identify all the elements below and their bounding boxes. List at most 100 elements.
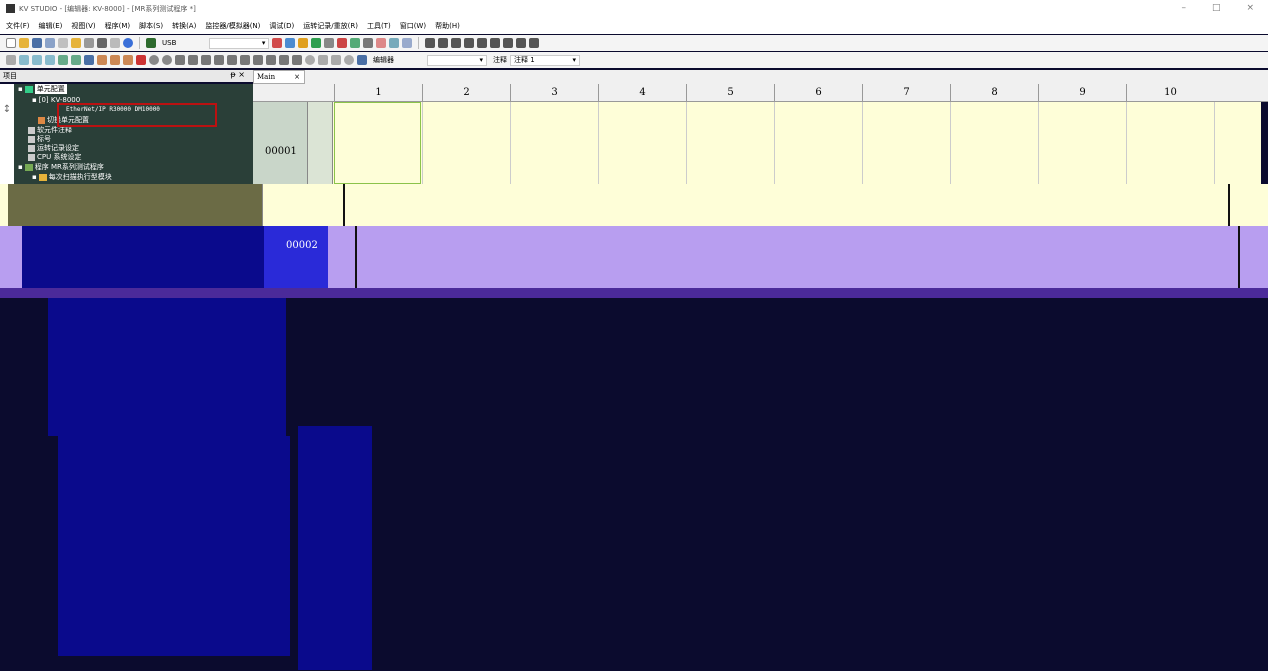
panel-pin-icon[interactable]: ᵽ ×: [230, 70, 245, 79]
unit-editor-icon[interactable]: [363, 38, 374, 48]
tree-item-unit-config[interactable]: ▪ 单元配置: [18, 84, 67, 94]
cross-reference-icon[interactable]: [337, 38, 348, 48]
step-back-icon[interactable]: [227, 55, 237, 65]
play-icon[interactable]: [175, 55, 185, 65]
device-list-icon[interactable]: [350, 38, 361, 48]
tree-item-cpu-settings[interactable]: CPU 系统设定: [28, 152, 81, 162]
mark-icon[interactable]: [331, 55, 341, 65]
cursor-cell[interactable]: [334, 102, 421, 184]
next-icon[interactable]: [253, 55, 263, 65]
convert-icon[interactable]: [97, 55, 107, 65]
copy-icon[interactable]: [58, 38, 68, 48]
clock-icon[interactable]: [305, 55, 315, 65]
column-header-4: 4: [598, 84, 686, 102]
menu-edit[interactable]: 编辑(E): [39, 21, 63, 31]
menu-program[interactable]: 程序(M): [105, 21, 131, 31]
highlight-box: [57, 103, 217, 127]
list-icon[interactable]: [19, 55, 29, 65]
search-icon[interactable]: [324, 38, 335, 48]
sim-icon[interactable]: [136, 55, 146, 65]
verify-icon[interactable]: [298, 38, 309, 48]
ladder-area[interactable]: 00001: [253, 102, 1261, 184]
editor-mode-dropdown[interactable]: ▾: [427, 54, 487, 66]
rebuild-icon[interactable]: [123, 55, 133, 65]
collapse-icon[interactable]: ▪: [18, 85, 23, 93]
help-icon[interactable]: [123, 38, 133, 48]
tab-close-icon[interactable]: ×: [294, 73, 300, 81]
print-preview-icon[interactable]: [84, 38, 94, 48]
pause-icon[interactable]: [201, 55, 211, 65]
table-icon[interactable]: [58, 55, 68, 65]
step-forward-icon[interactable]: [266, 55, 276, 65]
falling-edge-icon[interactable]: [464, 38, 475, 48]
module-icon[interactable]: [84, 55, 94, 65]
maximize-button[interactable]: □: [1212, 3, 1221, 13]
menu-window[interactable]: 窗口(W): [400, 21, 426, 31]
menu-help[interactable]: 帮助(H): [435, 21, 460, 31]
collapse-icon[interactable]: ▪: [18, 163, 23, 171]
collapse-icon[interactable]: ▪: [32, 96, 37, 104]
menu-monitor[interactable]: 监控器/模拟器(N): [205, 21, 260, 31]
menu-view[interactable]: 视图(V): [71, 21, 95, 31]
title-bar: KV STUDIO - [编辑器: KV-8000] - [MR系列测试程序 *…: [0, 0, 1268, 17]
compile-icon[interactable]: [110, 55, 120, 65]
contact-nc-icon[interactable]: [438, 38, 449, 48]
prev-icon[interactable]: [240, 55, 250, 65]
left-power-rail: [343, 184, 345, 226]
monitor-icon[interactable]: [311, 38, 322, 48]
expand-icon[interactable]: ↕: [0, 104, 14, 115]
editor-icon[interactable]: [357, 55, 367, 65]
coil-icon[interactable]: [477, 38, 488, 48]
rung-gutter: [262, 184, 342, 226]
stop-record-icon[interactable]: [162, 55, 172, 65]
stop-icon[interactable]: [188, 55, 198, 65]
print-icon[interactable]: [97, 38, 107, 48]
table2-icon[interactable]: [71, 55, 81, 65]
instruction-icon[interactable]: [529, 38, 540, 48]
window-icon[interactable]: [402, 38, 413, 48]
pencil-icon[interactable]: [6, 55, 16, 65]
menu-tools[interactable]: 工具(T): [367, 21, 391, 31]
rising-edge-icon[interactable]: [451, 38, 462, 48]
collapse-icon[interactable]: ▪: [32, 173, 37, 181]
timer-icon[interactable]: [344, 55, 354, 65]
close-button[interactable]: ×: [1246, 3, 1254, 13]
new-file-icon[interactable]: [6, 38, 16, 48]
last-icon[interactable]: [279, 55, 289, 65]
transfer-to-plc-icon[interactable]: [272, 38, 283, 48]
paste-icon[interactable]: [71, 38, 81, 48]
record-icon[interactable]: [149, 55, 159, 65]
settings-icon[interactable]: [376, 38, 387, 48]
trend-icon[interactable]: [318, 55, 328, 65]
first-icon[interactable]: [214, 55, 224, 65]
tree-item-scan-module[interactable]: ▪ 每次扫描执行型模块: [32, 172, 112, 182]
zoom-icon[interactable]: [110, 38, 120, 48]
menu-debug[interactable]: 调试(D): [269, 21, 294, 31]
forward-icon[interactable]: [292, 55, 302, 65]
tree-item-program[interactable]: ▪ 程序 MR系列测试程序: [18, 162, 104, 172]
reset-coil-icon[interactable]: [503, 38, 514, 48]
panel-close-icon[interactable]: ×: [238, 70, 245, 79]
chart-icon[interactable]: [45, 55, 55, 65]
open-folder-icon[interactable]: [19, 38, 29, 48]
connection-dropdown[interactable]: ▾: [209, 37, 270, 49]
editor-mode-label: 编辑器: [373, 56, 394, 64]
grid-icon[interactable]: [389, 38, 400, 48]
comment-icon: [28, 126, 35, 134]
menu-convert[interactable]: 转换(A): [172, 21, 196, 31]
save-all-icon[interactable]: [45, 38, 55, 48]
save-icon[interactable]: [32, 38, 42, 48]
menu-file[interactable]: 文件(F): [6, 21, 30, 31]
minimize-button[interactable]: –: [1181, 3, 1186, 13]
menu-bar: 文件(F) 编辑(E) 视图(V) 程序(M) 脚本(S) 转换(A) 监控器/…: [0, 17, 1268, 34]
comment-dropdown[interactable]: 注释 1 ▾: [510, 54, 580, 66]
contact-no-icon[interactable]: [425, 38, 436, 48]
tab-main[interactable]: Main ×: [253, 70, 305, 84]
menu-record[interactable]: 运转记录/重放(R): [303, 21, 358, 31]
function-icon[interactable]: [516, 38, 527, 48]
set-coil-icon[interactable]: [490, 38, 501, 48]
read-from-plc-icon[interactable]: [285, 38, 296, 48]
indent-icon[interactable]: [32, 55, 42, 65]
menu-script[interactable]: 脚本(S): [139, 21, 163, 31]
left-side-strip: ↕: [0, 84, 14, 184]
